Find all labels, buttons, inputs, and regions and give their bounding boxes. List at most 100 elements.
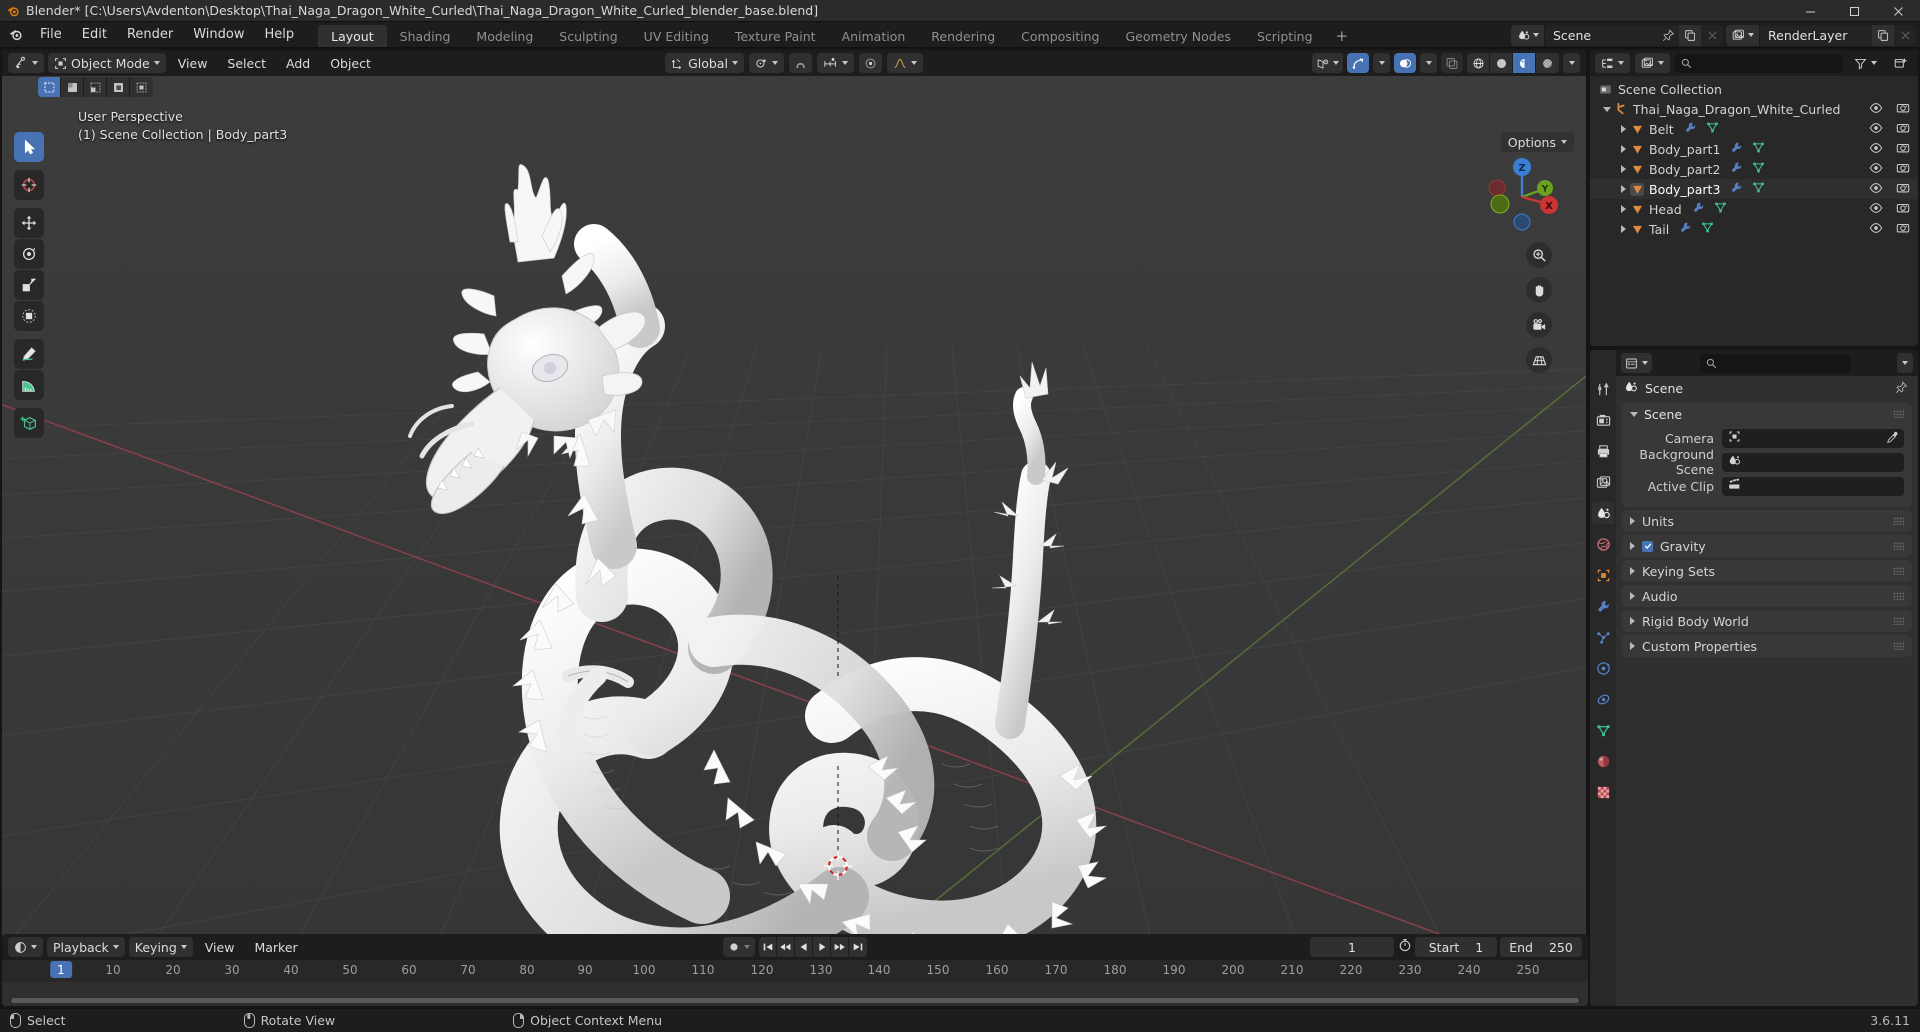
tab-texture[interactable] — [1592, 781, 1614, 803]
shading-rendered-button[interactable] — [1536, 53, 1559, 73]
shading-material-preview-button[interactable] — [1513, 53, 1536, 73]
outliner-editor-type-selector[interactable] — [1595, 53, 1630, 73]
modifier-icon[interactable] — [1730, 161, 1743, 177]
tab-uv-editing[interactable]: UV Editing — [631, 25, 722, 47]
section-rigid-body-world[interactable]: Rigid Body World — [1622, 610, 1912, 632]
outliner-editor[interactable]: Scene Collection Thai_Naga_Dragon_White_… — [1590, 50, 1918, 346]
active-clip-field[interactable] — [1722, 476, 1904, 496]
tab-modeling[interactable]: Modeling — [463, 25, 546, 47]
select-intersect-button[interactable] — [130, 77, 153, 97]
timeline-editor[interactable]: Playback Keying View Marker 1 Start 1 En… — [2, 934, 1588, 1006]
blender-menu-icon[interactable] — [0, 22, 30, 47]
delete-view-layer-button[interactable] — [1894, 25, 1916, 46]
tab-render[interactable] — [1592, 409, 1614, 431]
tool-scale[interactable] — [14, 270, 44, 300]
disable-in-renders-icon[interactable] — [1896, 181, 1910, 198]
timeline-menu-view[interactable]: View — [197, 937, 243, 957]
jump-to-prev-keyframe-button[interactable] — [777, 937, 795, 957]
tab-sculpting[interactable]: Sculpting — [546, 25, 630, 47]
maximize-button[interactable] — [1832, 0, 1876, 22]
scene-icon[interactable] — [1511, 24, 1545, 46]
end-frame-field[interactable]: End 250 — [1500, 937, 1582, 957]
camera-field[interactable] — [1722, 428, 1904, 448]
section-audio[interactable]: Audio — [1622, 585, 1912, 607]
tool-tweak[interactable] — [14, 132, 44, 162]
play-button[interactable] — [813, 937, 831, 957]
mesh-data-icon[interactable] — [1706, 121, 1719, 137]
tab-scripting[interactable]: Scripting — [1244, 25, 1326, 47]
scene-panel-header[interactable]: Scene — [1622, 403, 1912, 425]
tab-layout[interactable]: Layout — [318, 25, 387, 47]
viewport-menu-object[interactable]: Object — [322, 53, 379, 73]
viewport-options-button[interactable]: Options — [1500, 132, 1574, 152]
properties-editor-type-selector[interactable] — [1621, 353, 1652, 373]
snap-magnet-toggle[interactable] — [789, 53, 812, 73]
gizmo-dropdown[interactable] — [1373, 53, 1390, 73]
hide-in-viewport-icon[interactable] — [1869, 201, 1883, 218]
tool-add-cube[interactable] — [14, 408, 44, 438]
playhead[interactable]: 1 — [50, 961, 72, 978]
transform-pivot-selector[interactable] — [748, 53, 784, 73]
overlays-dropdown[interactable] — [1420, 53, 1437, 73]
viewport-menu-select[interactable]: Select — [219, 53, 274, 73]
tab-geometry-nodes[interactable]: Geometry Nodes — [1113, 25, 1244, 47]
pin-scene-icon[interactable] — [1657, 25, 1679, 46]
minimize-button[interactable] — [1788, 0, 1832, 22]
timeline-menu-keying[interactable]: Keying — [128, 937, 193, 957]
mesh-data-icon[interactable] — [1701, 221, 1714, 237]
close-button[interactable] — [1876, 0, 1920, 22]
shading-wireframe-button[interactable] — [1467, 53, 1490, 73]
tab-world[interactable] — [1592, 533, 1614, 555]
outliner-row-body-part2[interactable]: Body_part2 — [1590, 159, 1918, 179]
disable-in-renders-icon[interactable] — [1896, 121, 1910, 138]
modifier-icon[interactable] — [1684, 121, 1697, 137]
jump-to-next-keyframe-button[interactable] — [831, 937, 849, 957]
select-extend-button[interactable] — [61, 77, 84, 97]
select-difference-button[interactable] — [107, 77, 130, 97]
tab-object-data[interactable] — [1592, 719, 1614, 741]
tab-modifiers[interactable] — [1592, 595, 1614, 617]
menu-edit[interactable]: Edit — [72, 22, 117, 48]
auto-keying-toggle[interactable] — [723, 937, 755, 957]
pan-hand-icon[interactable] — [1526, 277, 1552, 303]
modifier-icon[interactable] — [1692, 201, 1705, 217]
tool-move[interactable] — [14, 208, 44, 238]
scene-selector[interactable]: Scene — [1511, 24, 1723, 46]
tab-animation[interactable]: Animation — [829, 25, 919, 47]
orthographic-toggle-icon[interactable] — [1526, 347, 1552, 373]
show-overlays-toggle[interactable] — [1394, 53, 1416, 73]
disable-in-renders-icon[interactable] — [1896, 101, 1910, 118]
tool-measure[interactable] — [14, 370, 44, 400]
tab-output[interactable] — [1592, 440, 1614, 462]
outliner-display-mode-selector[interactable] — [1635, 53, 1670, 73]
disable-in-renders-icon[interactable] — [1896, 201, 1910, 218]
tool-annotate[interactable] — [14, 339, 44, 369]
gravity-checkbox[interactable] — [1642, 540, 1653, 552]
expand-arrow-icon[interactable] — [1616, 185, 1630, 193]
outliner-search-input[interactable] — [1675, 53, 1843, 73]
disable-in-renders-icon[interactable] — [1896, 141, 1910, 158]
tab-view-layer[interactable] — [1592, 471, 1614, 493]
tab-material[interactable] — [1592, 750, 1614, 772]
properties-editor[interactable]: Scene Scene Camera Background Scene Acti… — [1590, 350, 1918, 1006]
hide-in-viewport-icon[interactable] — [1869, 161, 1883, 178]
section-custom-properties[interactable]: Custom Properties — [1622, 635, 1912, 657]
xray-toggle[interactable] — [1441, 53, 1463, 73]
section-units[interactable]: Units — [1622, 510, 1912, 532]
viewport-canvas[interactable] — [2, 76, 1586, 1006]
tool-rotate[interactable] — [14, 239, 44, 269]
modifier-icon[interactable] — [1730, 181, 1743, 197]
tool-cursor[interactable] — [14, 170, 44, 200]
expand-arrow-icon[interactable] — [1616, 205, 1630, 213]
shading-dropdown[interactable] — [1563, 53, 1580, 73]
interaction-mode-selector[interactable]: Object Mode — [48, 53, 166, 73]
hide-in-viewport-icon[interactable] — [1869, 101, 1883, 118]
jump-to-end-button[interactable] — [849, 937, 867, 957]
properties-options-dropdown[interactable] — [1897, 353, 1913, 373]
navigation-gizmo[interactable]: Z Y X — [1482, 152, 1562, 232]
zoom-icon[interactable] — [1526, 242, 1552, 268]
modifier-icon[interactable] — [1730, 141, 1743, 157]
add-workspace-button[interactable]: + — [1326, 25, 1359, 47]
menu-file[interactable]: File — [30, 22, 72, 48]
modifier-icon[interactable] — [1679, 221, 1692, 237]
